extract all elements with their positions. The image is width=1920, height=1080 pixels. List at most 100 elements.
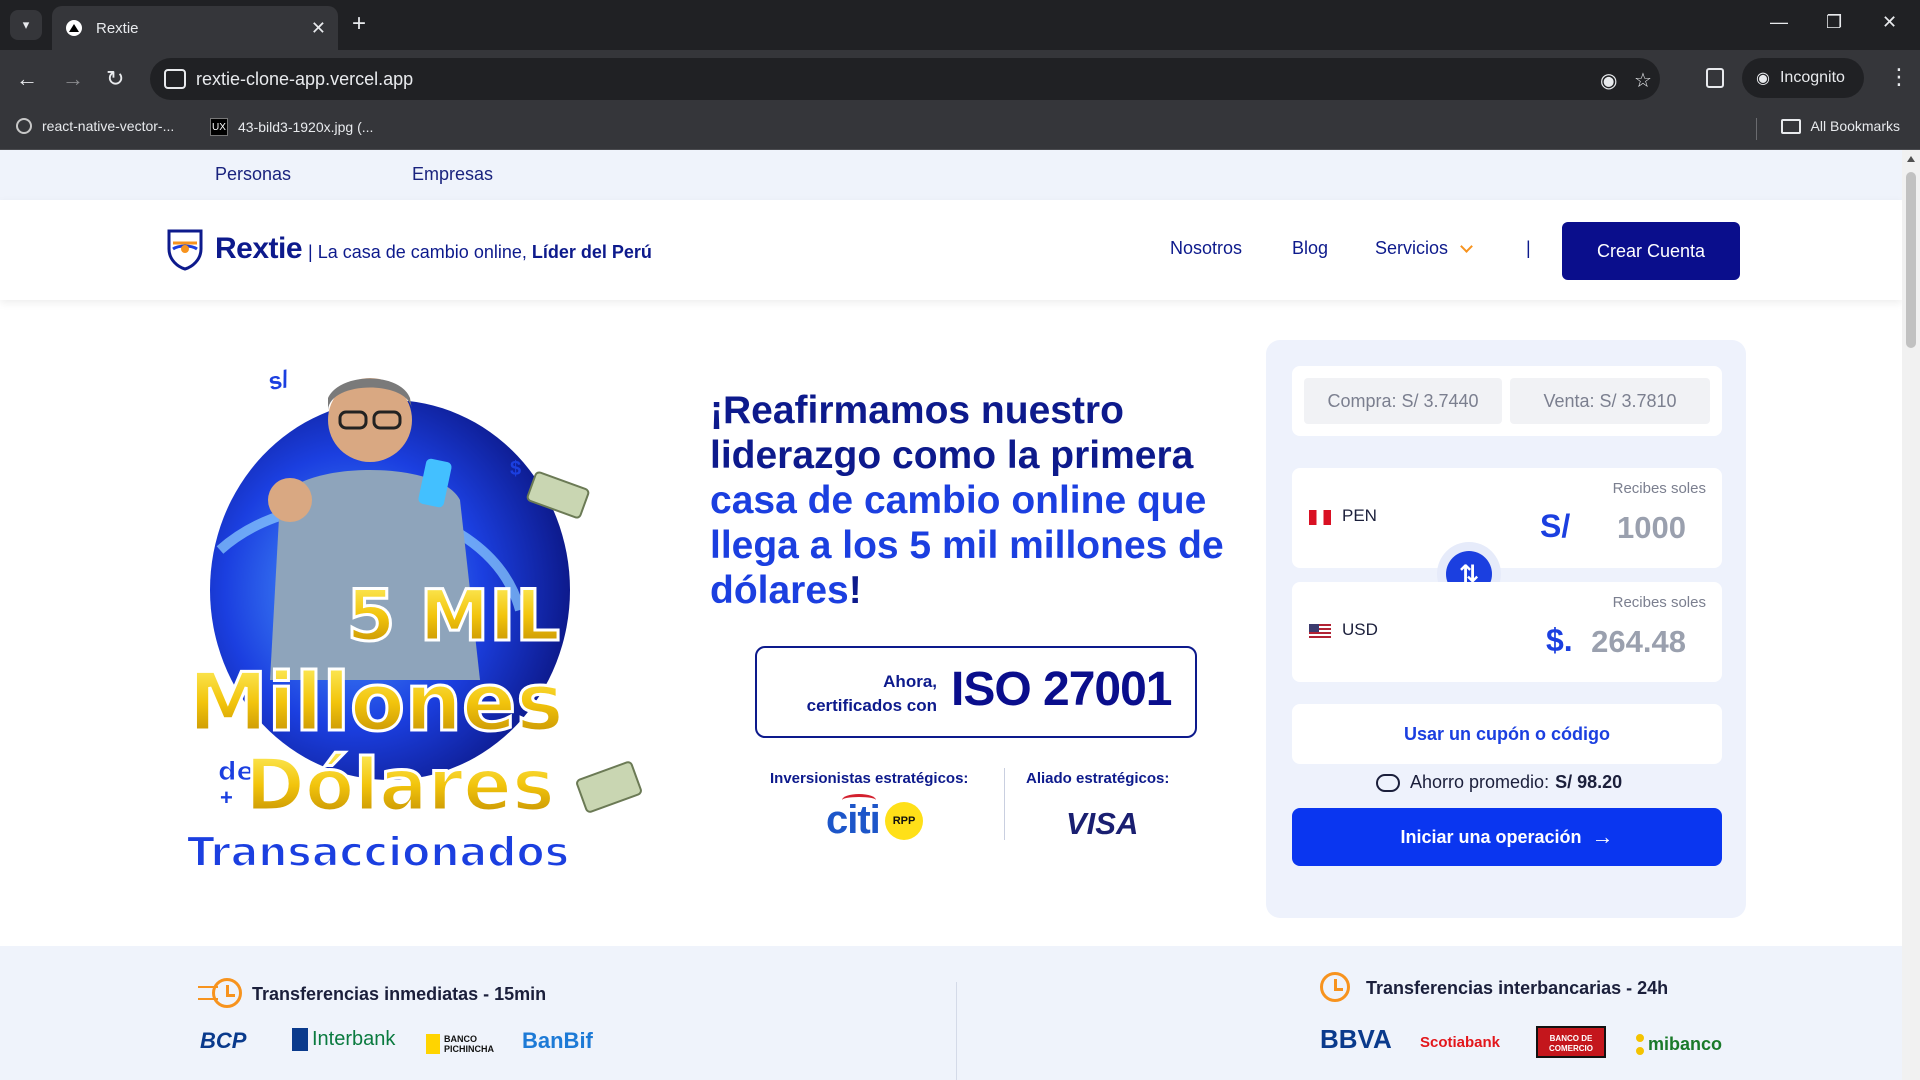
pichincha-logo: BANCO PICHINCHA: [426, 1034, 496, 1054]
scroll-thumb[interactable]: [1906, 172, 1916, 348]
nav-blog[interactable]: Blog: [1292, 238, 1328, 259]
folder-icon: [1780, 118, 1801, 134]
url-text[interactable]: rextie-clone-app.vercel.app: [196, 69, 413, 90]
tab-search-button[interactable]: ▾: [10, 10, 42, 40]
restore-icon[interactable]: ❐: [1826, 12, 1842, 33]
from-currency-box: PEN Recibes soles S/ 1000: [1292, 468, 1722, 568]
bookmark-label: react-native-vector-...: [42, 118, 175, 134]
create-account-button[interactable]: Crear Cuenta: [1562, 222, 1740, 280]
bookmarks-divider: [1756, 118, 1757, 140]
segment-empresas[interactable]: Empresas: [412, 164, 493, 185]
eye-off-icon[interactable]: ◉: [1600, 68, 1617, 93]
peru-flag-icon: [1309, 510, 1331, 525]
iso-code: ISO 27001: [951, 663, 1172, 716]
banco-comercio-logo: BANCO DE COMERCIO: [1536, 1026, 1606, 1058]
rextie-logo[interactable]: Rextie | La casa de cambio online, Líder…: [165, 227, 652, 271]
incognito-icon: ◉: [1756, 70, 1770, 87]
browser-tab-bar: ▾ Rextie ✕ + — ❐ ✕: [0, 0, 1920, 50]
piggy-bank-icon: [1376, 773, 1400, 792]
chevron-down-icon: [1460, 240, 1473, 253]
bookmarks-bar: react-native-vector-... UX 43-bild3-1920…: [0, 108, 1920, 150]
new-tab-button[interactable]: +: [352, 10, 366, 38]
nav-servicios[interactable]: Servicios: [1375, 238, 1473, 259]
scotiabank-logo: Scotiabank: [1420, 1034, 1501, 1051]
hero-title-blue: casa de cambio online que llega a los 5 …: [710, 479, 1224, 612]
to-currency-code[interactable]: USD: [1342, 620, 1378, 640]
sol-symbol-text: s/: [266, 366, 291, 396]
incognito-badge[interactable]: ◉ Incognito: [1742, 58, 1864, 98]
minimize-icon[interactable]: —: [1770, 12, 1788, 33]
all-bookmarks-button[interactable]: All Bookmarks: [1780, 118, 1900, 134]
svg-text:$: $: [510, 458, 521, 480]
start-operation-button[interactable]: Iniciar una operación →: [1292, 808, 1722, 866]
incognito-label: Incognito: [1779, 69, 1845, 86]
immediate-transfers-title: Transferencias inmediatas - 15min: [252, 984, 547, 1004]
from-receive-label: Recibes soles: [1612, 480, 1706, 497]
more-menu-icon[interactable]: ⋮: [1888, 64, 1910, 90]
hero-promo-image: s/ $ + 5 MIL Millones de Dólares Transac…: [186, 366, 642, 877]
page-scrollbar[interactable]: [1902, 150, 1920, 1080]
hero-image-line1: 5 MIL: [347, 575, 560, 657]
nav-servicios-label: Servicios: [1375, 238, 1449, 258]
mibanco-logo: mibanco: [1636, 1034, 1722, 1055]
average-savings: Ahorro promedio: S/ 98.20: [1376, 772, 1622, 793]
hero-title-end: !: [848, 569, 862, 612]
nav-separator: |: [1526, 238, 1531, 258]
sell-rate[interactable]: Venta: S/ 3.7810: [1510, 378, 1710, 424]
usa-flag-icon: [1309, 624, 1331, 639]
rpp-logo: RPP: [885, 802, 923, 840]
savings-label: Ahorro promedio:: [1410, 772, 1550, 792]
globe-icon: [16, 118, 32, 134]
to-currency-symbol: $.: [1546, 622, 1573, 658]
brand-tagline: | La casa de cambio online, Líder del Pe…: [308, 242, 652, 263]
savings-value: S/ 98.20: [1555, 772, 1623, 792]
forward-arrow-icon[interactable]: →: [62, 66, 84, 92]
browser-toolbar: ← → ↻ rextie-clone-app.vercel.app ◉ ☆ ◉ …: [0, 50, 1920, 108]
bookmark-star-icon[interactable]: ☆: [1634, 68, 1652, 93]
rates-panel: Compra: S/ 3.7440 Venta: S/ 3.7810: [1292, 366, 1722, 436]
allies-label: Aliado estratégicos:: [1026, 770, 1170, 787]
partners-divider: [1004, 768, 1005, 840]
close-tab-icon[interactable]: ✕: [311, 18, 326, 39]
site-header: Rextie | La casa de cambio online, Líder…: [0, 200, 1902, 300]
segment-personas[interactable]: Personas: [215, 164, 291, 185]
converted-amount: 264.48: [1591, 624, 1686, 659]
clock-icon: [1320, 972, 1350, 1002]
band-divider: [956, 982, 957, 1080]
visa-logo: VISA: [1066, 806, 1139, 841]
buy-rate[interactable]: Compra: S/ 3.7440: [1304, 378, 1502, 424]
hero-image-line2: Millones: [188, 656, 564, 749]
tagline-text: | La casa de cambio online,: [308, 241, 532, 262]
iso-certification-badge: Ahora, certificados con ISO 27001: [755, 646, 1197, 738]
interbank-transfers-title: Transferencias interbancarias - 24h: [1366, 978, 1669, 998]
address-bar[interactable]: rextie-clone-app.vercel.app ◉ ☆: [150, 58, 1660, 100]
citi-logo: citi: [826, 798, 881, 842]
hero-image-line4: Transaccionados: [187, 828, 569, 876]
brand-name: Rextie: [215, 232, 303, 265]
bcp-logo: BCP: [200, 1028, 247, 1053]
back-arrow-icon[interactable]: ←: [16, 66, 38, 92]
close-window-icon[interactable]: ✕: [1882, 12, 1897, 33]
hero-image-line3: Dólares: [245, 743, 555, 827]
arrow-right-icon: →: [1591, 824, 1614, 849]
browser-tab[interactable]: Rextie ✕: [52, 6, 338, 50]
start-operation-label: Iniciar una operación: [1400, 826, 1582, 847]
coupon-link[interactable]: Usar un cupón o código: [1292, 704, 1722, 764]
banbif-logo: BanBif: [522, 1028, 593, 1053]
bookmark-item[interactable]: UX 43-bild3-1920x.jpg (...: [210, 118, 373, 136]
reload-icon[interactable]: ↻: [106, 66, 124, 92]
bbva-logo: BBVA: [1320, 1024, 1392, 1054]
tagline-bold: Líder del Perú: [531, 241, 652, 262]
iso-caption: Ahora, certificados con: [806, 672, 937, 715]
bookmark-item[interactable]: react-native-vector-...: [16, 118, 174, 134]
scroll-up-icon[interactable]: [1907, 156, 1915, 162]
amount-input[interactable]: 1000: [1617, 510, 1686, 546]
hero-title: ¡Reafirmamos nuestro liderazgo como la p…: [710, 388, 1250, 613]
interbank-logo: Interbank: [292, 1028, 395, 1051]
side-panel-icon[interactable]: [1706, 68, 1724, 88]
from-currency-code[interactable]: PEN: [1342, 506, 1377, 526]
to-currency-box: USD Recibes soles $. 264.48: [1292, 582, 1722, 682]
from-currency-symbol: S/: [1540, 508, 1571, 544]
nav-nosotros[interactable]: Nosotros: [1170, 238, 1242, 259]
site-info-icon[interactable]: [164, 69, 186, 89]
